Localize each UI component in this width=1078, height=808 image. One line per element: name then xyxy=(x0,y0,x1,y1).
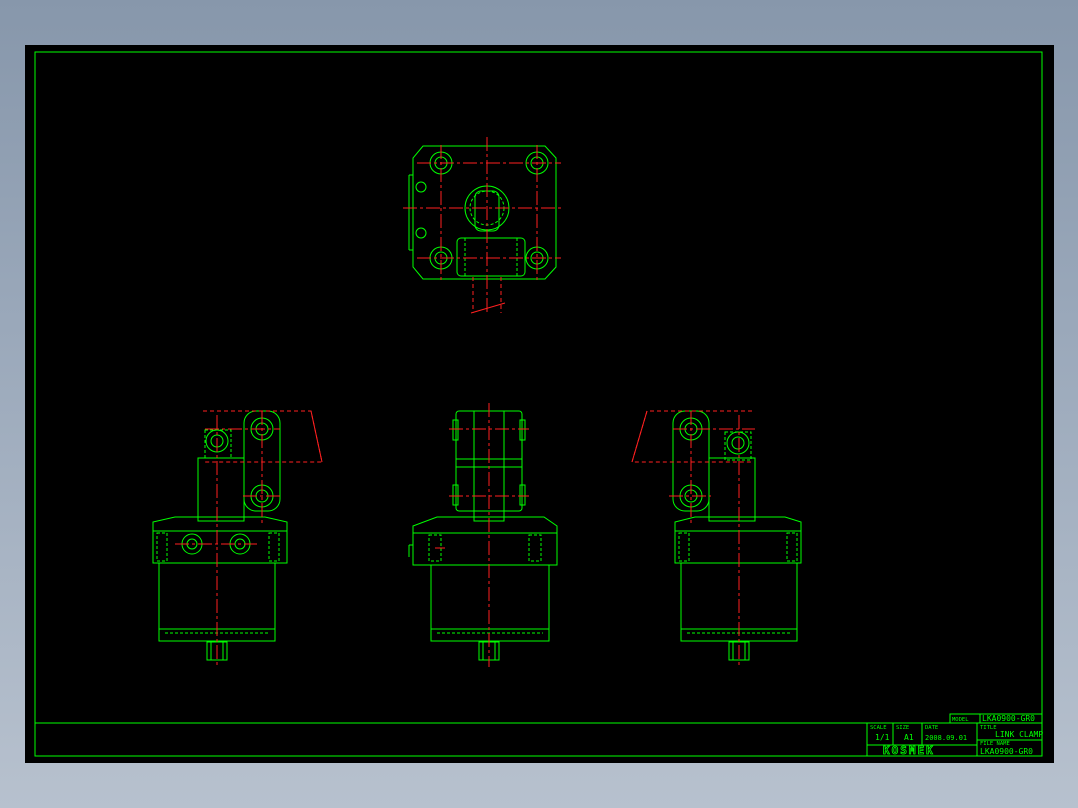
left-view xyxy=(152,410,323,665)
scale-label: SCALE xyxy=(870,725,887,731)
right-view xyxy=(631,410,802,665)
scale-value: 1/1 xyxy=(875,733,890,742)
size-label: SIZE xyxy=(896,725,909,731)
model-value: LKA0900-GR0 xyxy=(982,714,1035,723)
date-label: DATE xyxy=(925,725,938,731)
company-logo: KOSMEK xyxy=(883,744,935,757)
size-value: A1 xyxy=(904,733,914,742)
title-value: LINK CLAMP xyxy=(995,730,1043,739)
model-label: MODEL xyxy=(952,717,969,723)
file-name-value: LKA0900-GR0 xyxy=(980,747,1033,756)
date-value: 2008.09.01 xyxy=(925,734,967,742)
front-view xyxy=(408,403,558,667)
cad-drawing-canvas: MODEL LKA0900-GR0 SCALE 1/1 SIZE A1 DATE… xyxy=(34,51,1043,757)
title-block: MODEL LKA0900-GR0 SCALE 1/1 SIZE A1 DATE… xyxy=(866,713,1043,757)
drawing-sheet: MODEL LKA0900-GR0 SCALE 1/1 SIZE A1 DATE… xyxy=(25,45,1054,763)
top-view xyxy=(403,137,563,314)
